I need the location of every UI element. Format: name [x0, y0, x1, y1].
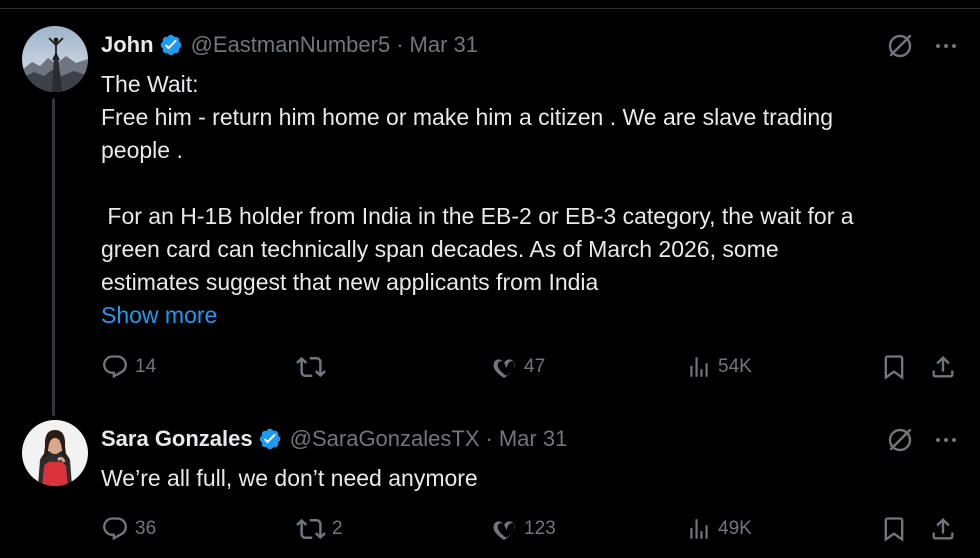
tweet-date[interactable]: Mar 31 — [410, 32, 478, 58]
like-icon — [493, 521, 515, 540]
views-count: 49K — [718, 518, 752, 539]
grok-icon[interactable] — [886, 426, 914, 454]
repost-icon — [296, 518, 326, 540]
repost-button[interactable] — [296, 352, 332, 382]
tweet-actions: 14 47 54K — [101, 352, 961, 382]
share-icon — [932, 518, 954, 540]
separator-dot: · — [396, 32, 404, 57]
repost-count: 2 — [332, 518, 343, 539]
tweet-header: Sara Gonzales @SaraGonzalesTX · Mar 31 — [101, 424, 567, 454]
tweet-text-line: We’re all full, we don’t need anymore — [101, 465, 478, 491]
more-icon[interactable] — [934, 34, 958, 58]
repost-icon — [296, 356, 326, 378]
reply-button[interactable]: 36 — [101, 514, 156, 544]
reply-icon — [103, 517, 127, 541]
like-button[interactable]: 47 — [490, 352, 545, 382]
more-icon[interactable] — [934, 428, 958, 452]
tweet-text-line: The Wait: — [101, 71, 199, 97]
like-icon — [493, 359, 515, 378]
share-button[interactable] — [929, 514, 957, 544]
tweet-header: John @EastmanNumber5 · Mar 31 — [101, 30, 478, 60]
reply-button[interactable]: 14 — [101, 352, 156, 382]
like-count: 123 — [524, 518, 556, 539]
tweet-text: The Wait: Free him - return him home or … — [101, 68, 941, 332]
author-name[interactable]: Sara Gonzales — [101, 426, 253, 452]
grok-icon[interactable] — [886, 32, 914, 60]
thread-line — [52, 98, 55, 416]
bookmark-icon — [884, 355, 904, 380]
tweet[interactable]: Sara Gonzales @SaraGonzalesTX · Mar 31 W… — [0, 420, 980, 558]
tweet-text-line: Free him - return him home or make him a… — [101, 104, 834, 130]
bookmark-button[interactable] — [880, 352, 908, 382]
header-actions — [886, 32, 958, 60]
verified-badge-icon — [258, 427, 282, 451]
views-button[interactable]: 54K — [686, 352, 752, 382]
tweet[interactable]: John @EastmanNumber5 · Mar 31 The Wait: … — [0, 26, 980, 416]
views-count: 54K — [718, 356, 752, 377]
like-count: 47 — [524, 356, 546, 377]
views-icon — [690, 357, 708, 377]
views-icon — [690, 519, 708, 539]
views-button[interactable]: 49K — [686, 514, 752, 544]
tweet-text-line: For an H-1B holder from India in the EB-… — [101, 203, 854, 229]
share-icon — [932, 356, 954, 378]
tweet-text-line: people . — [101, 137, 183, 163]
tweet-text-line: estimates suggest that new applicants fr… — [101, 269, 599, 295]
top-divider — [0, 8, 980, 9]
avatar[interactable] — [22, 26, 88, 92]
tweet-text-line: ​ — [101, 167, 941, 200]
separator-dot: · — [485, 426, 493, 451]
verified-badge-icon — [159, 33, 183, 57]
bookmark-button[interactable] — [880, 514, 908, 544]
avatar-image — [22, 420, 88, 486]
reply-count: 36 — [135, 518, 157, 539]
reply-icon — [103, 355, 127, 379]
author-name[interactable]: John — [101, 32, 154, 58]
tweet-actions: 36 2 123 49K — [101, 514, 961, 544]
tweet-date[interactable]: Mar 31 — [499, 426, 567, 452]
share-button[interactable] — [929, 352, 957, 382]
header-actions — [886, 426, 958, 454]
author-handle[interactable]: @EastmanNumber5 — [191, 32, 391, 58]
tweet-text-line: green card can technically span decades.… — [101, 236, 779, 262]
show-more-link[interactable]: Show more — [101, 299, 941, 332]
avatar-image — [22, 26, 88, 92]
author-handle[interactable]: @SaraGonzalesTX — [290, 426, 480, 452]
tweet-text: We’re all full, we don’t need anymore — [101, 462, 941, 495]
bookmark-icon — [884, 517, 904, 542]
reply-count: 14 — [135, 356, 157, 377]
repost-button[interactable]: 2 — [296, 514, 343, 544]
like-button[interactable]: 123 — [490, 514, 556, 544]
avatar[interactable] — [22, 420, 88, 486]
